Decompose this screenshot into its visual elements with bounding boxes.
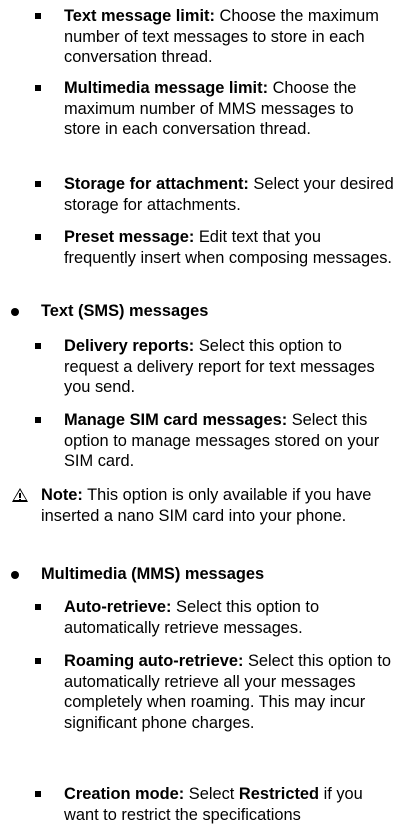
multimedia-message-limit-item: Multimedia message limit: Choose the max… <box>35 78 394 140</box>
multimedia-mms-messages-heading: Multimedia (MMS) messages <box>11 564 391 585</box>
preset-message-item: Preset message: Edit text that you frequ… <box>35 227 394 268</box>
creation-mode-item: Creation mode: Select Restricted if you … <box>35 784 394 825</box>
text-message-limit-item: Text message limit: Choose the maximum n… <box>35 6 394 68</box>
delivery-reports-item: Delivery reports: Select this option to … <box>35 336 394 398</box>
warning-icon <box>12 488 28 502</box>
manage-sim-card-messages-item: Manage SIM card messages: Select this op… <box>35 410 394 472</box>
auto-retrieve-item: Auto-retrieve: Select this option to aut… <box>35 597 394 638</box>
note-paragraph: Note: This option is only available if y… <box>41 486 372 525</box>
storage-for-attachment-item: Storage for attachment: Select your desi… <box>35 175 394 214</box>
roaming-auto-retrieve-item: Roaming auto-retrieve: Select this optio… <box>35 651 394 733</box>
text-sms-messages-heading: Text (SMS) messages <box>11 301 391 322</box>
